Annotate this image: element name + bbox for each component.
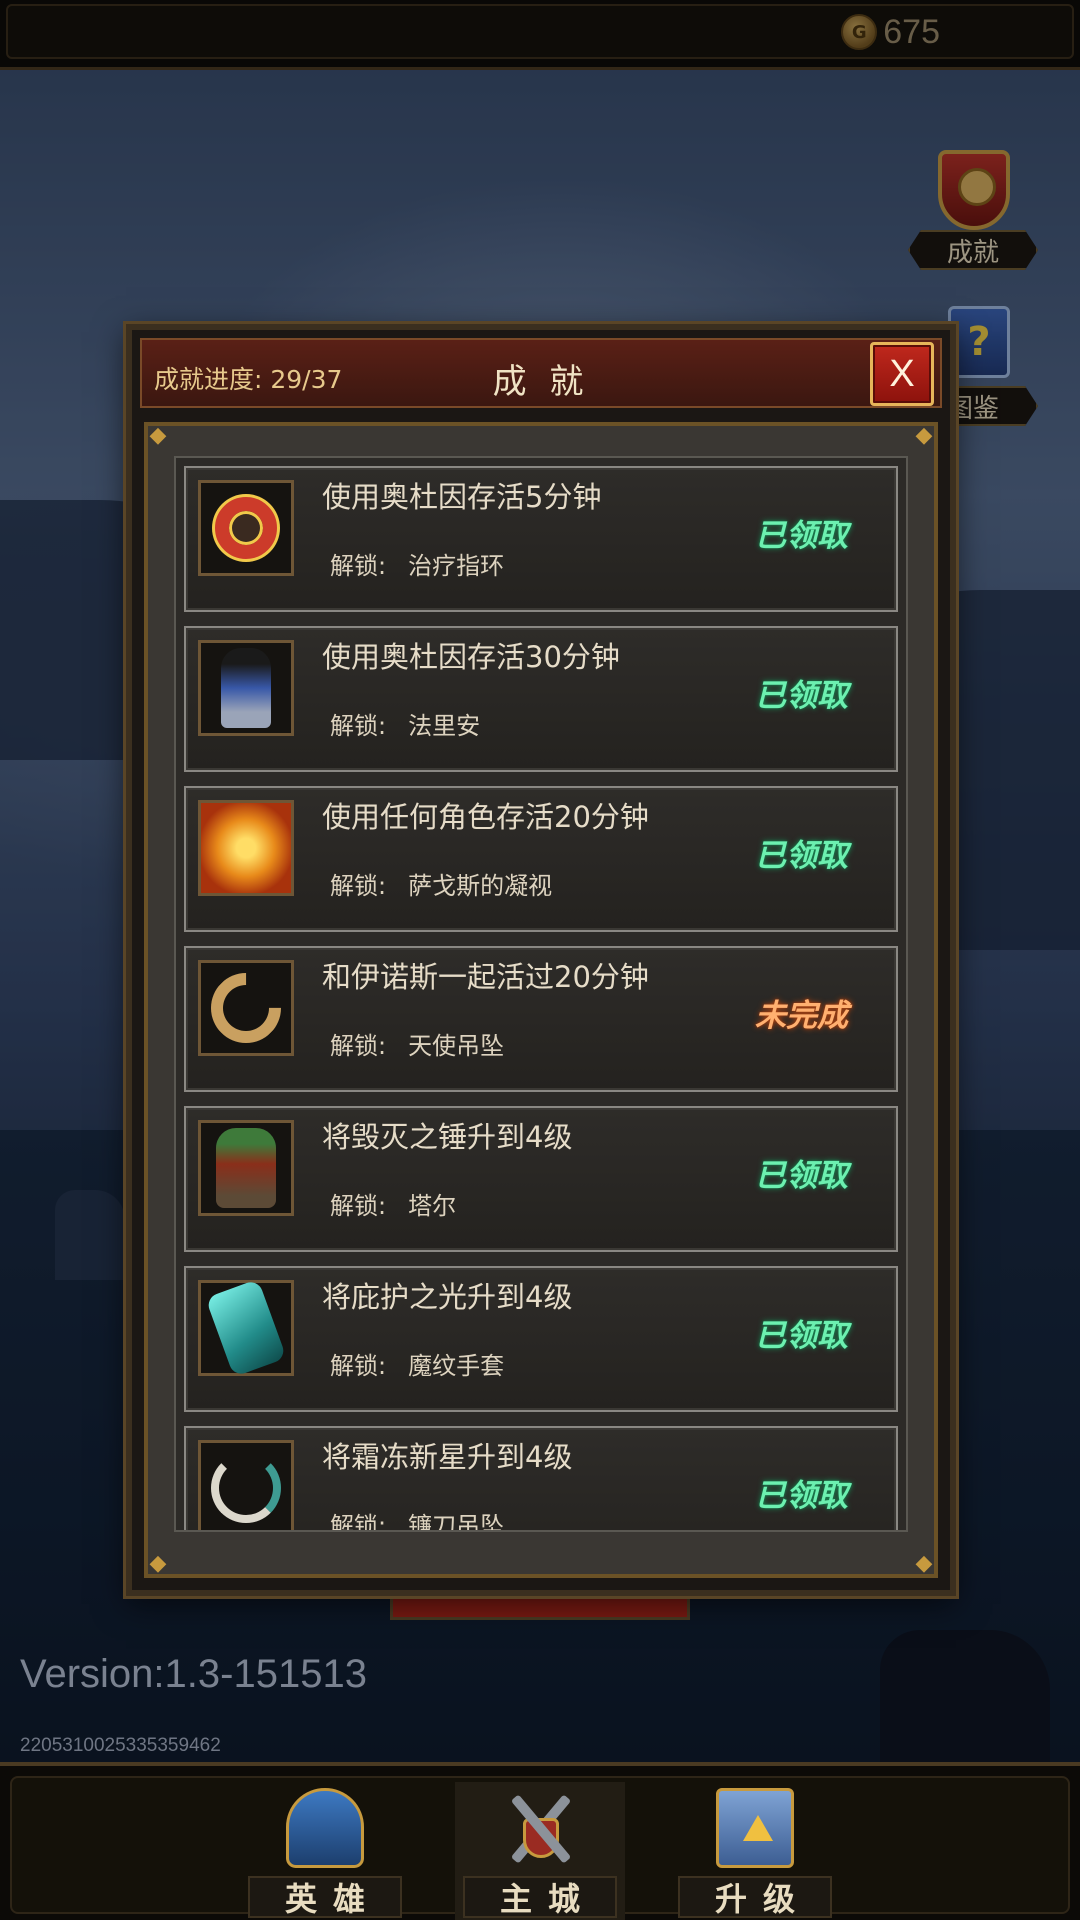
rune-gauntlet-icon xyxy=(198,1278,294,1378)
corner-ornament-icon: ◆ xyxy=(149,1551,167,1576)
corner-ornament-icon: ◆ xyxy=(915,1551,933,1576)
dialog-header: 成就进度: 29/37 成 就 X xyxy=(140,338,942,408)
achievement-unlock: 解锁: 治疗指环 xyxy=(330,546,504,581)
achievement-row[interactable]: 使用奥杜因存活5分钟 解锁: 治疗指环 已领取 xyxy=(184,466,898,612)
version-text: Version:1.3-151513 xyxy=(20,1652,367,1696)
unlock-label: 解锁: xyxy=(330,1512,387,1532)
scythe-pendant-icon xyxy=(198,1440,294,1530)
achievement-row[interactable]: 和伊诺斯一起活过20分钟 解锁: 天使吊坠 未完成 xyxy=(184,946,898,1092)
achievement-status: 已领取 xyxy=(755,518,848,554)
corner-ornament-icon: ◆ xyxy=(915,423,933,448)
unlock-reward: 魔纹手套 xyxy=(408,1352,505,1380)
unlock-reward: 法里安 xyxy=(408,712,481,740)
achievement-title: 将霜冻新星升到4级 xyxy=(322,1440,573,1474)
hidden-button-edge xyxy=(390,1598,690,1620)
castle-upgrade-icon xyxy=(716,1788,794,1868)
sargos-gaze-icon xyxy=(198,800,294,896)
achievement-unlock: 解锁: 法里安 xyxy=(330,706,480,741)
unlock-label: 解锁: xyxy=(330,872,387,900)
nav-main-city[interactable]: 主城 xyxy=(455,1782,625,1920)
unlock-reward: 塔尔 xyxy=(408,1192,457,1220)
hero-falian-icon xyxy=(198,640,294,736)
achievement-title: 使用任何角色存活20分钟 xyxy=(322,800,649,834)
angel-pendant-icon xyxy=(196,958,296,1058)
achievement-status: 已领取 xyxy=(755,678,848,714)
achievement-status: 已领取 xyxy=(755,1478,848,1514)
nav-heroes-label: 英雄 xyxy=(248,1876,402,1918)
nav-upgrade-label: 升级 xyxy=(678,1876,832,1918)
unlock-reward: 镰刀吊坠 xyxy=(408,1512,505,1532)
achievement-status: 已领取 xyxy=(755,838,848,874)
achievement-status: 已领取 xyxy=(755,1318,848,1354)
unlock-label: 解锁: xyxy=(330,552,387,580)
helmet-icon xyxy=(286,1788,364,1868)
dialog-body: ◆ ◆ ◆ ◆ 使用奥杜因存活5分钟 解锁: 治疗指环 已领取 使用奥杜因存活30… xyxy=(144,422,938,1578)
device-id-text: 220531002533535​9462 xyxy=(20,1735,221,1756)
achievement-dialog: 成就进度: 29/37 成 就 X ◆ ◆ ◆ ◆ 使用奥杜因存活5分钟 解锁:… xyxy=(126,324,956,1596)
achievement-status: 已领取 xyxy=(755,1158,848,1194)
unlock-label: 解锁: xyxy=(330,1192,387,1220)
achievement-unlock: 解锁: 塔尔 xyxy=(330,1186,456,1221)
achievement-unlock: 解锁: 萨戈斯的凝视 xyxy=(330,866,552,901)
unlock-label: 解锁: xyxy=(330,712,387,740)
corner-ornament-icon: ◆ xyxy=(149,423,167,448)
close-button[interactable]: X xyxy=(870,342,934,406)
unlock-reward: 治疗指环 xyxy=(408,552,505,580)
nav-heroes[interactable]: 英雄 xyxy=(240,1782,410,1920)
unlock-label: 解锁: xyxy=(330,1032,387,1060)
crossed-swords-icon xyxy=(501,1788,579,1868)
achievement-unlock: 解锁: 魔纹手套 xyxy=(330,1346,504,1381)
achievement-status: 未完成 xyxy=(755,998,848,1034)
bottom-nav: 英雄 主城 升级 xyxy=(0,1762,1080,1920)
unlock-reward: 天使吊坠 xyxy=(408,1032,505,1060)
achievement-list[interactable]: 使用奥杜因存活5分钟 解锁: 治疗指环 已领取 使用奥杜因存活30分钟 解锁: 法里… xyxy=(174,456,908,1532)
unlock-label: 解锁: xyxy=(330,1352,387,1380)
achievement-unlock: 解锁: 天使吊坠 xyxy=(330,1026,504,1061)
achievement-list-content: 使用奥杜因存活5分钟 解锁: 治疗指环 已领取 使用奥杜因存活30分钟 解锁: 法里… xyxy=(184,466,898,1532)
unlock-reward: 萨戈斯的凝视 xyxy=(408,872,553,900)
achievement-row[interactable]: 将霜冻新星升到4级 解锁: 镰刀吊坠 已领取 xyxy=(184,1426,898,1532)
achievement-row[interactable]: 将庇护之光升到4级 解锁: 魔纹手套 已领取 xyxy=(184,1266,898,1412)
dialog-title: 成 就 xyxy=(492,362,590,402)
achievement-row[interactable]: 使用任何角色存活20分钟 解锁: 萨戈斯的凝视 已领取 xyxy=(184,786,898,932)
achievement-unlock: 解锁: 镰刀吊坠 xyxy=(330,1506,505,1532)
achievement-row[interactable]: 使用奥杜因存活30分钟 解锁: 法里安 已领取 xyxy=(184,626,898,772)
achievement-title: 将庇护之光升到4级 xyxy=(322,1280,573,1314)
achievement-title: 使用奥杜因存活5分钟 xyxy=(322,480,602,514)
achievement-title: 和伊诺斯一起活过20分钟 xyxy=(322,960,649,994)
hero-tal-icon xyxy=(198,1120,294,1216)
achievement-title: 将毁灭之锤升到4级 xyxy=(322,1120,573,1154)
nav-main-city-label: 主城 xyxy=(463,1876,617,1918)
nav-upgrade[interactable]: 升级 xyxy=(670,1782,840,1920)
achievement-title: 使用奥杜因存活30分钟 xyxy=(322,640,620,674)
healing-ring-icon xyxy=(198,480,294,576)
achievement-row[interactable]: 将毁灭之锤升到4级 解锁: 塔尔 已领取 xyxy=(184,1106,898,1252)
